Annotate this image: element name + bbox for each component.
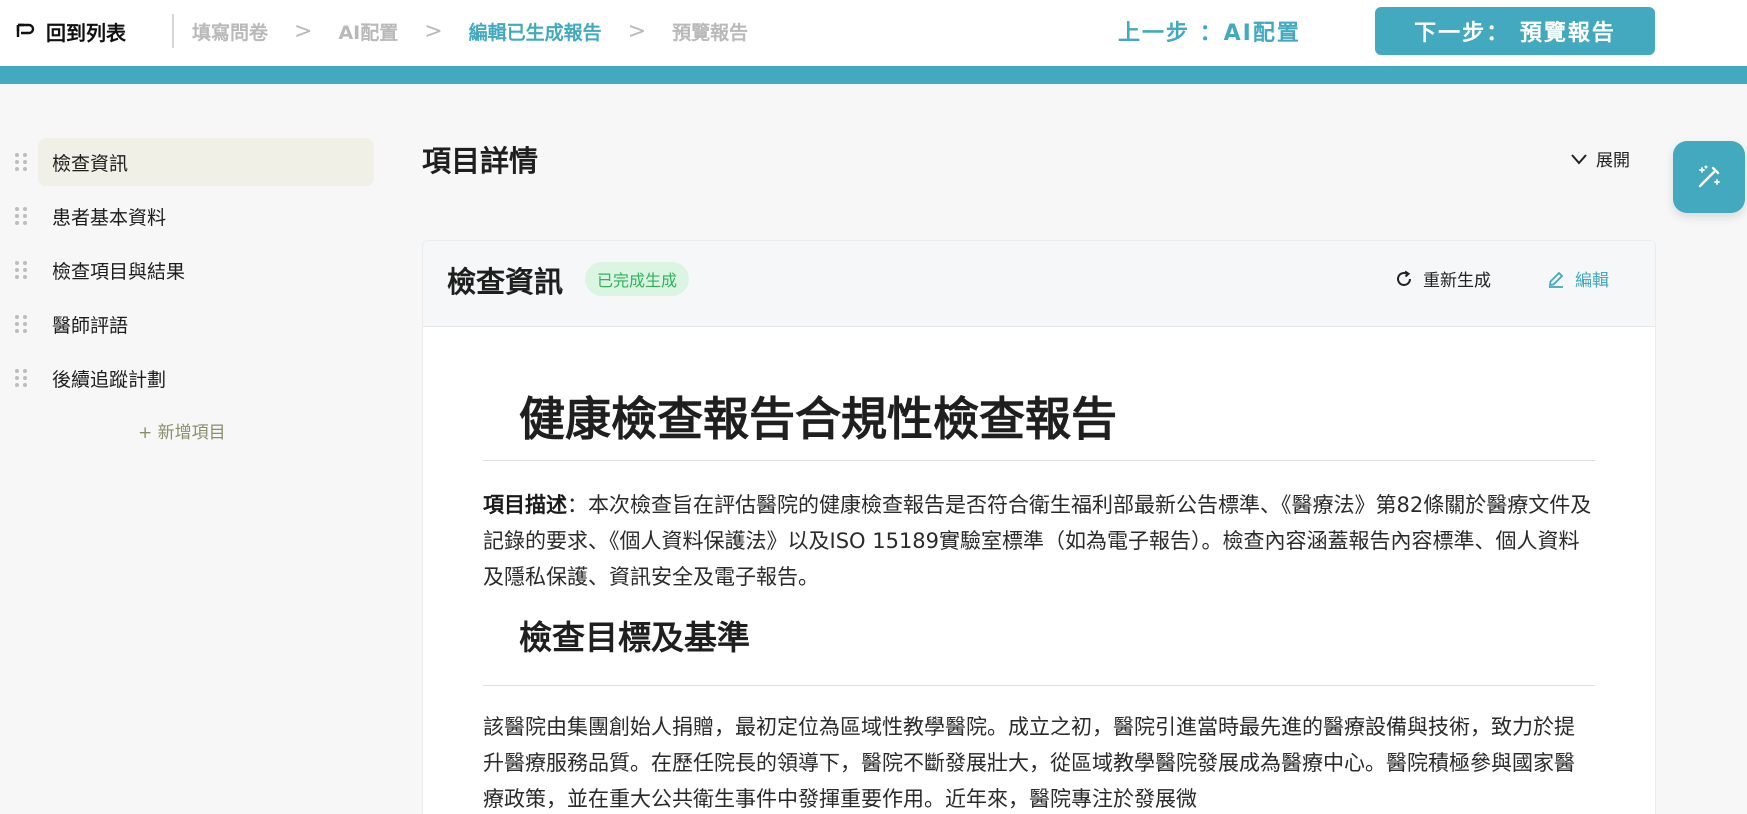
- pencil-icon: [1548, 271, 1564, 288]
- divider: [483, 460, 1595, 461]
- refresh-icon: [1397, 270, 1411, 286]
- step-preview-report[interactable]: 預覽報告: [672, 18, 748, 45]
- sidebar-item-label: 患者基本資料: [52, 206, 167, 229]
- drag-handle-icon[interactable]: [14, 368, 28, 388]
- ai-magic-wand-button[interactable]: [1673, 141, 1745, 213]
- edit-label: 編輯: [1575, 271, 1609, 291]
- divider: [483, 685, 1595, 686]
- next-step-button[interactable]: 下一步： 預覽報告: [1375, 7, 1655, 55]
- drag-handle-icon[interactable]: [14, 152, 28, 172]
- card-header: 檢查資訊 已完成生成 重新生成 編輯: [423, 241, 1655, 327]
- step-separator: >: [627, 18, 647, 44]
- description-label: 項目描述: [483, 493, 567, 517]
- status-badge: 已完成生成: [585, 262, 690, 296]
- magic-wand-icon: [1698, 165, 1720, 188]
- edit-button[interactable]: 編輯: [1547, 266, 1609, 291]
- section-paragraph: 該醫院由集團創始人捐贈，最初定位為區域性教學醫院。成立之初，醫院引進當時最先進的…: [483, 715, 1575, 811]
- header-divider: [172, 14, 174, 48]
- page-title: 項目詳情: [422, 144, 539, 178]
- prev-step-button[interactable]: 上一步 ：AI配置: [1118, 14, 1301, 48]
- section-heading: 檢查目標及基準: [519, 618, 750, 657]
- add-item-button[interactable]: + 新增項目: [138, 418, 226, 443]
- drag-handle-icon[interactable]: [14, 206, 28, 226]
- return-arrow-icon: [16, 23, 35, 37]
- top-bar: 回到列表 填寫問卷 > AI配置 > 編輯已生成報告 > 預覽報告 上一步 ：A…: [0, 0, 1747, 66]
- sidebar-item-label: 後續追蹤計劃: [52, 368, 167, 391]
- card-title: 檢查資訊: [447, 265, 564, 299]
- step-breadcrumb: 填寫問卷 > AI配置 > 編輯已生成報告 > 預覽報告: [192, 16, 748, 46]
- drag-handle-icon[interactable]: [14, 260, 28, 280]
- step-ai-config[interactable]: AI配置: [338, 18, 398, 45]
- sidebar-item-label: 檢查資訊: [52, 152, 129, 175]
- sidebar-item-follow-up[interactable]: 後續追蹤計劃: [14, 354, 374, 402]
- expand-button[interactable]: 展開: [1570, 146, 1630, 171]
- description-text: ：本次檢查旨在評估醫院的健康檢查報告是否符合衛生福利部最新公告標準、《醫療法》第…: [483, 493, 1592, 589]
- section-card: 檢查資訊 已完成生成 重新生成 編輯 健康檢查報告合規性檢查報告 項目描述：本次…: [422, 240, 1656, 814]
- report-heading: 健康檢查報告合規性檢查報告: [519, 392, 1117, 446]
- regenerate-label: 重新生成: [1423, 271, 1491, 291]
- step-separator: >: [294, 18, 313, 44]
- sidebar-item-label: 醫師評語: [52, 314, 129, 337]
- sidebar-item-label: 檢查項目與結果: [52, 260, 186, 283]
- sidebar-item-exam-results[interactable]: 檢查項目與結果: [14, 246, 374, 294]
- back-label: 回到列表: [46, 20, 126, 45]
- step-edit-report[interactable]: 編輯已生成報告: [469, 18, 602, 45]
- drag-handle-icon[interactable]: [14, 314, 28, 334]
- expand-label: 展開: [1596, 151, 1630, 171]
- regenerate-button[interactable]: 重新生成: [1395, 266, 1491, 291]
- sidebar-item-exam-info[interactable]: 檢查資訊: [14, 138, 374, 186]
- header-accent-strip: [0, 66, 1747, 84]
- sidebar-item-patient-info[interactable]: 患者基本資料: [14, 192, 374, 240]
- chevron-down-icon: [1571, 153, 1587, 165]
- sidebar-item-doctor-comments[interactable]: 醫師評語: [14, 300, 374, 348]
- step-separator: >: [424, 18, 443, 44]
- step-fill-questionnaire[interactable]: 填寫問卷: [192, 18, 268, 45]
- project-description: 項目描述：本次檢查旨在評估醫院的健康檢查報告是否符合衛生福利部最新公告標準、《醫…: [483, 487, 1595, 595]
- back-to-list-button[interactable]: 回到列表: [14, 16, 126, 46]
